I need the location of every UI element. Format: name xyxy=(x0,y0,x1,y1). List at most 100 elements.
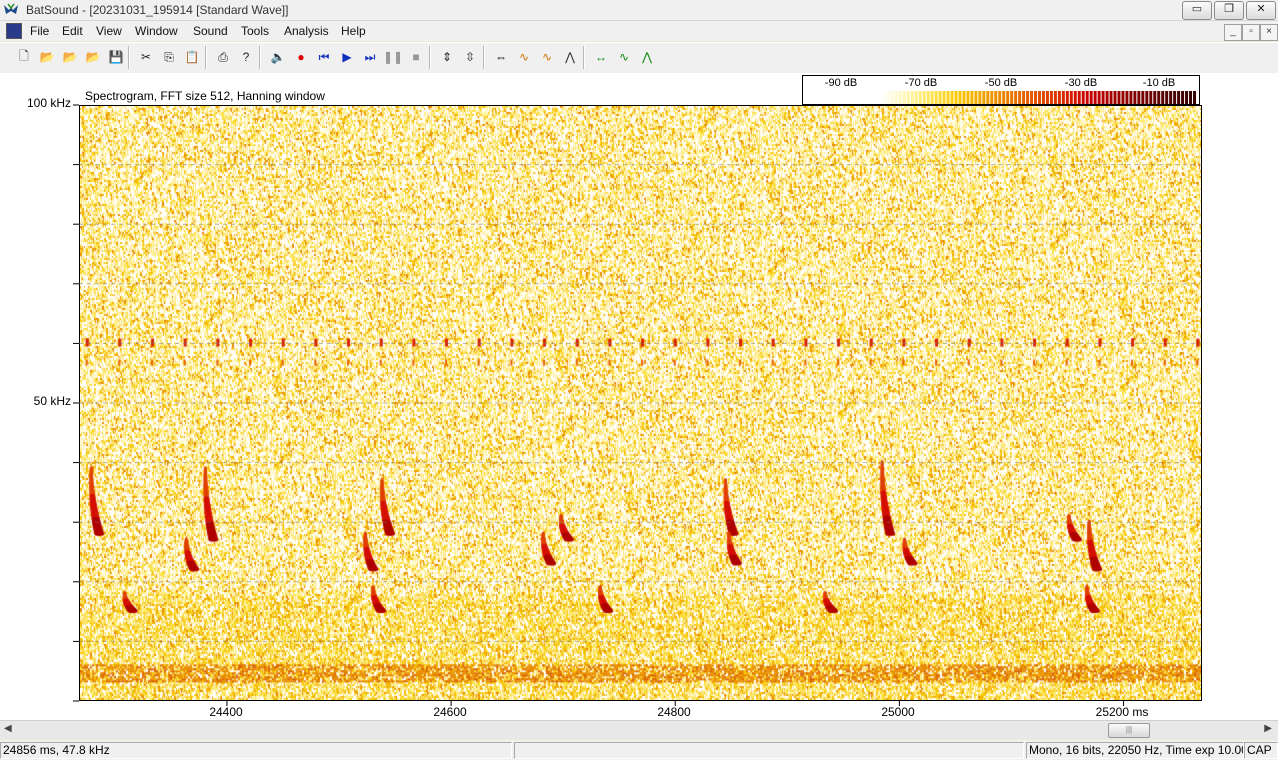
colorbar-swatch xyxy=(1026,91,1030,104)
colorbar-swatch xyxy=(1002,91,1006,104)
y-tick-label-50khz: 50 kHz xyxy=(33,394,71,408)
pulse-select-icon[interactable]: ↔ xyxy=(591,47,611,67)
colorbar-swatch xyxy=(890,91,894,104)
open-icon[interactable]: 📂 xyxy=(37,47,57,67)
zoom-horizontal-icon[interactable]: ⇔ xyxy=(491,47,511,67)
zoom-out-vertical-icon[interactable]: ⇳ xyxy=(460,47,480,67)
colorbar-swatch xyxy=(1181,91,1185,104)
colorbar-swatch xyxy=(1089,91,1093,104)
restore-button[interactable]: ❐ xyxy=(1214,1,1244,20)
paste-icon[interactable]: 📋 xyxy=(182,47,202,67)
colorbar-swatch xyxy=(1057,91,1061,104)
colorbar-swatch xyxy=(962,91,966,104)
spectrogram-canvas[interactable] xyxy=(80,106,1201,700)
colorbar-swatch xyxy=(946,91,950,104)
colorbar-swatch xyxy=(950,91,954,104)
toolbar-separator xyxy=(429,46,431,69)
save-icon[interactable]: 💾 xyxy=(106,47,126,67)
open-alt-icon[interactable]: 📂 xyxy=(60,47,80,67)
spectrogram-settings-icon[interactable]: ∿ xyxy=(537,47,557,67)
pause-icon[interactable]: ❚❚ xyxy=(383,47,403,67)
spectrogram-icon[interactable]: ∿ xyxy=(514,47,534,67)
colorbar-swatch xyxy=(914,91,918,104)
colorbar-swatch xyxy=(1065,91,1069,104)
scroll-left-arrow-icon[interactable]: ◀ xyxy=(4,723,12,734)
rewind-icon[interactable]: ⏮ xyxy=(314,47,334,67)
stop-icon[interactable]: ■ xyxy=(406,47,426,67)
plot-title: Spectrogram, FFT size 512, Hanning windo… xyxy=(85,89,325,103)
play-icon[interactable]: ▶ xyxy=(337,47,357,67)
cut-icon[interactable]: ✂ xyxy=(136,47,156,67)
spectrogram-plot[interactable] xyxy=(79,105,1202,701)
colorbar-swatch xyxy=(930,91,934,104)
colorbar-swatch xyxy=(1109,91,1113,104)
colorbar-swatch xyxy=(906,91,910,104)
horizontal-scrollbar[interactable]: ◀ ||| ▶ xyxy=(0,720,1278,739)
colorbar-swatch xyxy=(1038,91,1041,104)
x-tick-label: 24800 xyxy=(657,705,691,719)
status-bar: 24856 ms, 47.8 kHz Mono, 16 bits, 22050 … xyxy=(0,740,1278,760)
status-empty-pane xyxy=(514,742,1024,759)
colorbar-swatch xyxy=(1101,91,1105,104)
colorbar-swatch xyxy=(1049,91,1053,104)
volume-icon[interactable]: 🔈 xyxy=(268,47,288,67)
mdi-close-button[interactable]: × xyxy=(1260,24,1278,41)
toolbar: 🗋 📂 📂 📂 💾 ✂ ⎘ 📋 ⎙? 🔈 ● ⏮ ▶ ⏭ ❚❚ ■ ⇕ ⇳ ⇔ ∿ ∿ ⋀ ↔ ∿ ⋀ xyxy=(0,42,1278,74)
colorbar-swatch xyxy=(1097,91,1101,104)
spectrogram-panel: Spectrogram, FFT size 512, Hanning windo… xyxy=(0,73,1278,720)
colorbar-swatch xyxy=(882,91,886,104)
menu-window[interactable]: Window xyxy=(135,24,178,38)
menu-sound[interactable]: Sound xyxy=(193,24,228,38)
document-icon[interactable] xyxy=(6,23,22,39)
colorbar-swatch xyxy=(1125,91,1129,104)
pulse-analysis-icon[interactable]: ∿ xyxy=(614,47,634,67)
colorbar-swatch xyxy=(1073,91,1077,104)
colorbar-swatch xyxy=(990,91,994,104)
scroll-thumb[interactable]: ||| xyxy=(1108,723,1150,738)
colorbar-legend: -90 dB -70 dB -50 dB -30 dB -10 dB xyxy=(802,75,1200,105)
colorbar-swatch xyxy=(1034,91,1038,104)
power-spectrum-icon[interactable]: ⋀ xyxy=(560,47,580,67)
menu-help[interactable]: Help xyxy=(341,24,366,38)
fast-forward-icon[interactable]: ⏭ xyxy=(360,47,380,67)
colorbar-swatch xyxy=(986,91,990,104)
open-recent-icon[interactable]: 📂 xyxy=(83,47,103,67)
menu-view[interactable]: View xyxy=(96,24,122,38)
colorbar-swatch xyxy=(1161,91,1165,104)
status-format: Mono, 16 bits, 22050 Hz, Time exp 10.00. xyxy=(1026,742,1244,759)
colorbar-swatch xyxy=(1149,91,1153,104)
pulse-spectrum-icon[interactable]: ⋀ xyxy=(637,47,657,67)
colorbar-swatch xyxy=(926,91,930,104)
zoom-in-vertical-icon[interactable]: ⇕ xyxy=(437,47,457,67)
y-tick-label-100khz: 100 kHz xyxy=(26,96,71,110)
menu-edit[interactable]: Edit xyxy=(62,24,83,38)
help-icon[interactable]: ? xyxy=(236,47,256,67)
toolbar-separator xyxy=(583,46,585,69)
colorbar-swatch xyxy=(954,91,958,104)
colorbar-swatch xyxy=(1145,91,1149,104)
scroll-right-arrow-icon[interactable]: ▶ xyxy=(1264,723,1272,734)
status-cursor-position: 24856 ms, 47.8 kHz xyxy=(0,742,512,759)
menu-bar: File Edit View Window Sound Tools Analys… xyxy=(0,21,1278,41)
colorbar-swatch xyxy=(918,91,922,104)
colorbar-swatch xyxy=(982,91,986,104)
new-icon[interactable]: 🗋 xyxy=(14,47,34,67)
colorbar-swatch xyxy=(1081,91,1085,104)
mdi-restore-button[interactable]: ▫ xyxy=(1242,24,1260,41)
minimize-button[interactable]: ▭ xyxy=(1182,1,1212,20)
copy-icon[interactable]: ⎘ xyxy=(159,47,179,67)
close-button[interactable]: ✕ xyxy=(1246,1,1276,20)
record-icon[interactable]: ● xyxy=(291,47,311,67)
colorbar-swatch xyxy=(1069,91,1073,104)
menu-analysis[interactable]: Analysis xyxy=(284,24,329,38)
toolbar-separator xyxy=(259,46,261,69)
menu-tools[interactable]: Tools xyxy=(241,24,269,38)
mdi-minimize-button[interactable]: _ xyxy=(1224,24,1242,41)
colorbar-swatch xyxy=(1045,91,1049,104)
print-icon[interactable]: ⎙ xyxy=(213,47,233,67)
colorbar-label: -10 dB xyxy=(1142,77,1176,89)
menu-file[interactable]: File xyxy=(30,24,49,38)
colorbar-swatch xyxy=(894,91,898,104)
colorbar-gradient xyxy=(879,91,1197,104)
colorbar-swatch xyxy=(974,91,978,104)
